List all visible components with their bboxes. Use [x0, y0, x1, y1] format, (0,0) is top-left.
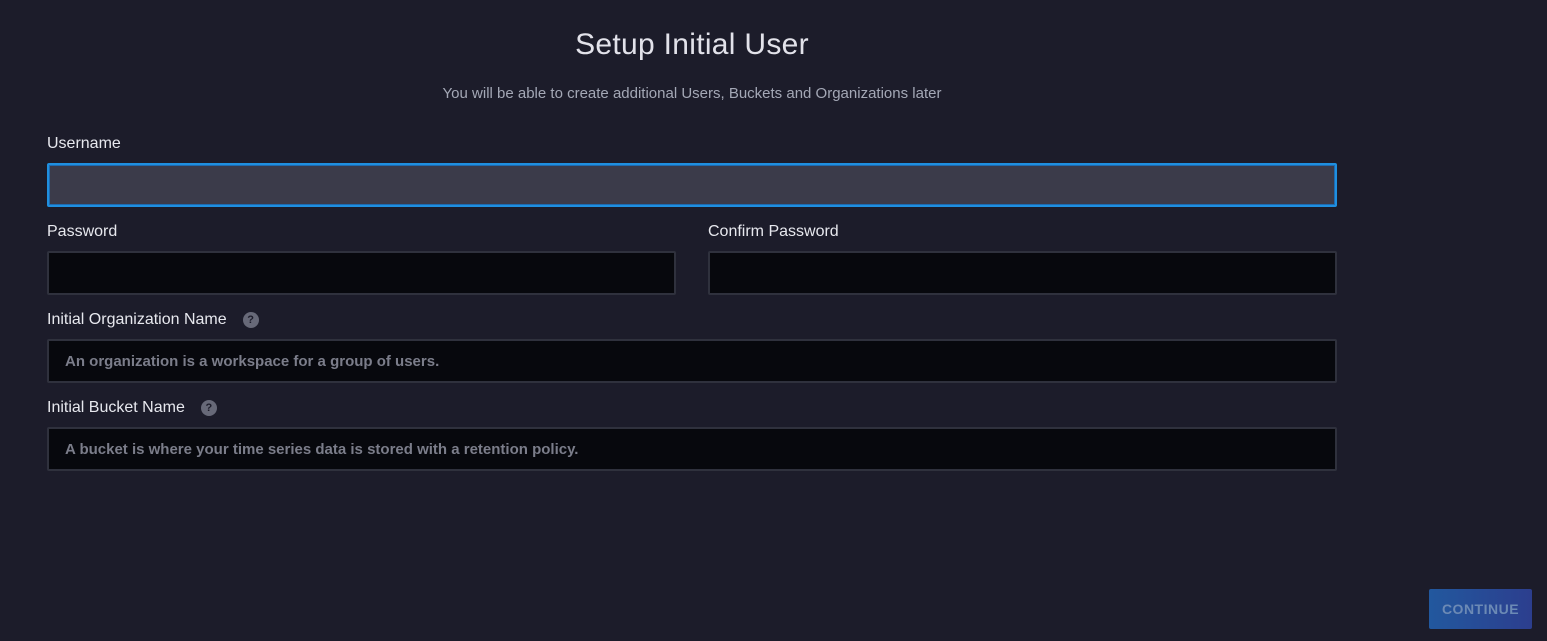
- bucket-name-input[interactable]: [47, 427, 1337, 471]
- continue-button[interactable]: CONTINUE: [1429, 589, 1532, 629]
- confirm-password-label-text: Confirm Password: [708, 223, 839, 240]
- org-name-label-text: Initial Organization Name: [47, 311, 227, 328]
- bucket-name-label-text: Initial Bucket Name: [47, 399, 185, 416]
- org-name-label: Initial Organization Name ?: [47, 311, 259, 329]
- confirm-password-input[interactable]: [708, 251, 1337, 295]
- question-circle-icon[interactable]: ?: [242, 312, 259, 328]
- username-label-text: Username: [47, 135, 121, 152]
- page-title: Setup Initial User: [575, 28, 809, 61]
- password-input[interactable]: [47, 251, 676, 295]
- password-label-text: Password: [47, 223, 118, 240]
- confirm-password-label: Confirm Password: [708, 223, 839, 241]
- page-subtitle: You will be able to create additional Us…: [442, 85, 942, 102]
- password-label: Password: [47, 223, 117, 241]
- setup-page: Setup Initial User You will be able to c…: [0, 0, 1547, 641]
- bucket-name-label: Initial Bucket Name ?: [47, 399, 217, 417]
- question-circle-icon[interactable]: ?: [200, 400, 217, 416]
- org-name-input[interactable]: [47, 339, 1337, 383]
- username-label: Username: [47, 135, 121, 153]
- username-input[interactable]: [47, 163, 1337, 207]
